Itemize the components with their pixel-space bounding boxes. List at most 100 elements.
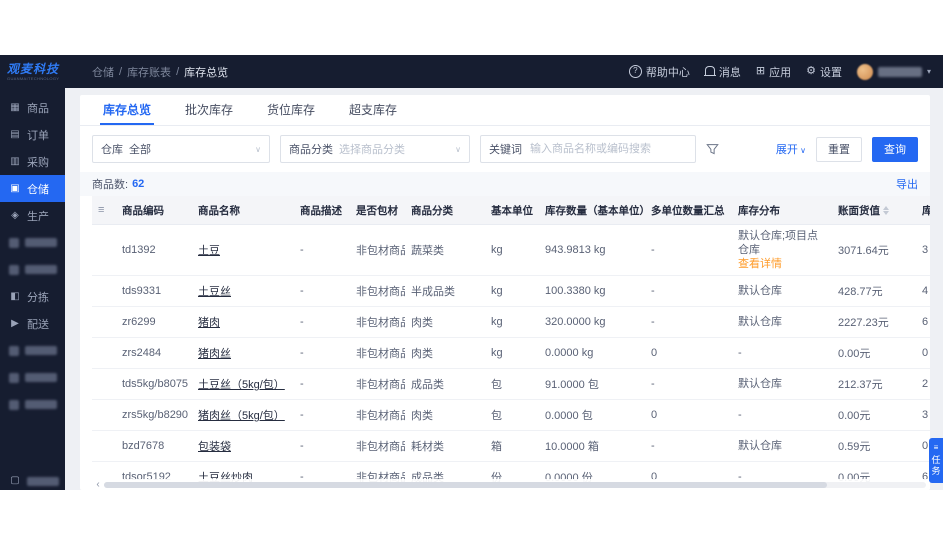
product-code: zrs2484 [116,337,192,369]
avg-cost: 0 [916,430,930,462]
col-packaging: 是否包材 [350,196,405,225]
tab-2[interactable]: 批次库存 [168,95,250,125]
horizontal-scrollbar[interactable]: ‹ [92,479,930,490]
settings-button[interactable]: ⚙ 设置 [806,64,842,80]
sidebar-item-redacted[interactable] [0,364,65,391]
sidebar-item-redacted[interactable] [0,337,65,364]
stock-quantity: 91.0000 包 [539,368,645,400]
stock-quantity: 0.0000 kg [539,337,645,369]
summary-bar: 商品数: 62 导出 [80,172,930,196]
apps-button[interactable]: ⊞ 应用 [756,64,791,80]
redacted-label [25,346,57,355]
panel-icon: ≡ [933,443,939,452]
product-name-link[interactable]: 猪肉丝 [198,348,231,360]
row-lead-cell [92,275,116,307]
packaging-type: 非包材商品 [350,306,405,338]
export-link[interactable]: 导出 [896,176,918,192]
multi-unit-total: - [645,430,732,462]
purchase-icon: ▥ [10,155,20,167]
row-lead-cell [92,368,116,400]
search-button[interactable]: 查询 [872,136,918,162]
goods-icon: ▦ [10,101,20,113]
user-menu[interactable]: ▾ [856,63,931,80]
avatar [856,63,873,80]
breadcrumb-item[interactable]: 库存账表 [127,64,171,80]
table-row[interactable]: zr6299 猪肉 - 非包材商品 肉类 kg 320.0000 kg - 默认… [92,306,930,338]
sidebar-item-redacted[interactable] [0,391,65,418]
task-panel-tab[interactable]: ≡ 任务 [929,438,943,483]
table-row[interactable]: td1392 土豆 - 非包材商品 蔬菜类 kg 943.9813 kg - 默… [92,224,930,276]
col-product-desc: 商品描述 [294,196,350,225]
table-row[interactable]: tds5kg/b8075 土豆丝（5kg/包） - 非包材商品 成品类 包 91… [92,368,930,400]
redacted-icon [9,237,19,248]
sidebar-item-purchase[interactable]: ▥ 采购 [0,148,65,175]
help-icon: ? [628,65,642,78]
book-value: 212.37元 [832,368,916,400]
reset-button[interactable]: 重置 [816,136,862,162]
sidebar-item-redacted[interactable] [0,229,65,256]
product-desc: - [294,399,350,431]
product-code: zr6299 [116,306,192,338]
category-select[interactable]: 商品分类 选择商品分类 ∨ [280,135,470,163]
sidebar-item-label: 商品 [27,102,49,115]
product-code: td1392 [116,224,192,276]
messages-button[interactable]: 消息 [703,64,741,80]
table-row[interactable]: zrs2484 猪肉丝 - 非包材商品 肉类 kg 0.0000 kg 0 - … [92,337,930,369]
col-product-code: 商品编码 [116,196,192,225]
product-name-link[interactable]: 土豆丝 [198,286,231,298]
product-name-link[interactable]: 包装袋 [198,441,231,453]
stock-distribution: 默认仓库;项目点仓库 查看详情 [732,224,832,276]
multi-unit-total: - [645,306,732,338]
product-name-link[interactable]: 土豆 [198,245,220,257]
sidebar-item-redacted[interactable] [0,256,65,283]
book-value: 0.59元 [832,430,916,462]
sidebar-item-goods[interactable]: ▦ 商品 [0,94,65,121]
product-name-link[interactable]: 土豆丝（5kg/包） [198,379,285,391]
col-category: 商品分类 [405,196,485,225]
sidebar-item-warehouse[interactable]: ▣ 仓储 [0,175,65,202]
topbar: 观麦科技 GUANMAITECHNOLOGY 仓储 / 库存账表 / 库存总览 … [0,55,943,88]
sidebar-item-bottom-redacted[interactable]: ▢ [0,470,65,490]
breadcrumb-item[interactable]: 仓储 [92,64,114,80]
product-name-link[interactable]: 猪肉 [198,317,220,329]
table-row[interactable]: bzd7678 包装袋 - 非包材商品 耗材类 箱 10.0000 箱 - 默认… [92,430,930,462]
sidebar-item-sorting[interactable]: ◧ 分拣 [0,283,65,310]
sidebar-item-orders[interactable]: ▤ 订单 [0,121,65,148]
product-name-link[interactable]: 猪肉丝（5kg/包） [198,410,285,422]
col-avg-cost[interactable]: 库存均价 [916,196,930,225]
table-row[interactable]: zrs5kg/b8290 猪肉丝（5kg/包） - 非包材商品 肉类 包 0.0… [92,399,930,431]
sidebar-item-label: 仓储 [27,183,49,196]
tab-4[interactable]: 超支库存 [332,95,414,125]
help-center-button[interactable]: ? 帮助中心 [628,64,690,80]
expand-toggle[interactable]: 展开 ∨ [776,141,806,157]
scrollbar-thumb[interactable] [104,481,828,488]
keyword-input[interactable] [528,142,687,156]
product-category: 肉类 [405,306,485,338]
filter-funnel-icon[interactable] [706,143,719,156]
table-row[interactable]: tds9331 土豆丝 - 非包材商品 半成品类 kg 100.3380 kg … [92,275,930,307]
table-body: td1392 土豆 - 非包材商品 蔬菜类 kg 943.9813 kg - 默… [92,224,930,490]
gear-icon: ⚙ [806,65,816,77]
sort-icon[interactable] [883,206,889,216]
stock-quantity: 0.0000 包 [539,399,645,431]
warehouse-select[interactable]: 仓库 全部 ∨ [92,135,270,163]
sidebar-item-production[interactable]: ◈ 生产 [0,202,65,229]
filter-bar: 仓库 全部 ∨ 商品分类 选择商品分类 ∨ 关键词 输入商品名称或编码搜索 展开… [80,126,930,172]
username-redacted [877,66,922,77]
topbar-actions: ? 帮助中心 消息 ⊞ 应用 ⚙ 设置 ▾ [628,63,943,80]
brand-logo[interactable]: 观麦科技 GUANMAITECHNOLOGY [0,60,72,84]
packaging-type: 非包材商品 [350,337,405,369]
scroll-left-icon[interactable]: ‹ [92,479,104,490]
view-details-link[interactable]: 查看详情 [738,257,826,271]
tab-1[interactable]: 库存总览 [86,95,168,125]
stock-quantity: 943.9813 kg [539,224,645,276]
avg-cost: 2 [916,368,930,400]
redacted-label [25,400,57,409]
col-book-value[interactable]: 账面货值 [832,196,916,225]
sidebar-item-delivery[interactable]: ▶ 配送 [0,310,65,337]
tab-3[interactable]: 货位库存 [250,95,332,125]
col-stock-qty: 库存数量（基本单位） [539,196,645,225]
keyword-search[interactable]: 关键词 [480,135,696,163]
report-icon: ▢ [10,475,20,486]
scrollbar-track[interactable] [104,481,926,488]
